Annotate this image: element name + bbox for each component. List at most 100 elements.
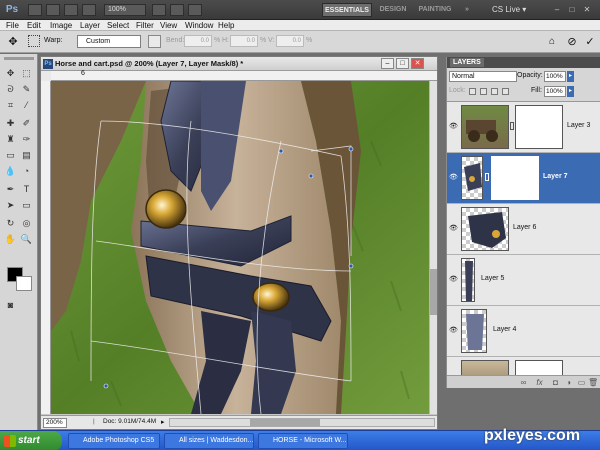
healing-brush-tool-icon[interactable]: ✚ [3,116,18,130]
extras-icon[interactable] [64,4,78,16]
commit-transform-icon[interactable]: ✓ [583,35,597,49]
ruler-origin[interactable] [41,71,51,81]
menu-window[interactable]: Window [185,20,213,31]
menu-edit[interactable]: Edit [27,20,41,31]
zoom-level-select[interactable]: 100% [104,4,146,16]
clone-stamp-tool-icon[interactable]: ♜ [3,132,18,146]
blur-tool-icon[interactable]: 💧 [3,164,18,178]
trash-icon[interactable]: 🗑 [588,378,598,387]
opacity-slider-icon[interactable]: ▸ [567,71,574,82]
quick-select-tool-icon[interactable]: ✎ [19,82,34,96]
screen-mode-icon[interactable] [188,4,202,16]
adjustment-layer-icon[interactable]: ◑ [564,378,573,387]
pen-tool-icon[interactable]: ✒ [3,182,18,196]
menu-select[interactable]: Select [107,20,129,31]
visibility-eye-icon[interactable]: 👁 [449,122,458,131]
warp-style-select[interactable]: Custom [77,35,141,48]
mask-link-icon[interactable] [510,122,514,130]
path-select-tool-icon[interactable]: ➤ [3,198,18,212]
eraser-tool-icon[interactable]: ▭ [3,148,18,162]
marquee-tool-icon[interactable]: ⬚ [19,66,34,80]
close-button[interactable]: ✕ [580,3,594,16]
document-title-bar[interactable]: Ps Horse and cart.psd @ 200% (Layer 7, L… [41,57,437,71]
move-tool-icon[interactable]: ✥ [3,66,18,80]
gradient-tool-icon[interactable]: ▤ [19,148,34,162]
visibility-eye-icon[interactable]: 👁 [449,224,458,233]
reference-point-icon[interactable] [28,35,40,47]
vertical-scrollbar[interactable] [429,81,437,414]
warp-orientation-icon[interactable] [148,35,161,48]
zoom-tool-icon[interactable]: 🔍 [19,232,34,246]
status-menu-icon[interactable]: ▸ [161,418,165,426]
fill-field[interactable]: 100% [544,86,566,97]
panel-grip[interactable] [4,57,34,60]
opacity-field[interactable]: 100% [544,71,566,82]
doc-close-button[interactable]: ✕ [411,58,424,69]
lasso-tool-icon[interactable]: ᘐ [3,82,18,96]
visibility-eye-icon[interactable]: 👁 [449,326,458,335]
eyedropper-tool-icon[interactable]: ⁄ [19,98,34,112]
type-tool-icon[interactable]: T [19,182,34,196]
layer-row[interactable]: 👁 Layer 4 [447,306,600,357]
layer-row[interactable]: 👁 Layer 5 [447,255,600,306]
menu-filter[interactable]: Filter [136,20,154,31]
mini-bridge-icon[interactable] [46,4,60,16]
image-canvas[interactable] [51,81,429,414]
menu-image[interactable]: Image [50,20,72,31]
layer-row[interactable]: 👁 [447,357,600,376]
arrange-icon[interactable] [82,4,96,16]
menu-view[interactable]: View [160,20,177,31]
visibility-eye-icon[interactable]: 👁 [449,173,458,182]
bridge-icon[interactable] [28,4,42,16]
horizontal-scrollbar[interactable] [169,418,435,427]
shape-tool-icon[interactable]: ▭ [19,198,34,212]
fill-slider-icon[interactable]: ▸ [567,86,574,97]
horizontal-ruler[interactable]: 6 [51,70,437,81]
workspace-design[interactable]: DESIGN [376,3,410,17]
dodge-tool-icon[interactable]: ◔ [19,164,34,178]
hand-tool-icon[interactable]: ✋ [3,232,18,246]
layer-row[interactable]: 👁 Layer 3 [447,102,600,153]
3d-orbit-tool-icon[interactable]: ◎ [19,216,34,230]
add-mask-icon[interactable]: ◘ [551,378,560,387]
zoom-field[interactable]: 200% [43,418,67,428]
quick-mask-icon[interactable]: ◙ [3,298,18,312]
crop-tool-icon[interactable]: ⌗ [3,98,18,112]
menu-layer[interactable]: Layer [80,20,100,31]
warp-mode-icon[interactable]: ⌂ [545,35,559,49]
workspace-painting[interactable]: PAINTING [414,3,456,17]
bend-field[interactable]: 0.0 [184,35,212,47]
background-color-swatch[interactable] [16,276,32,291]
lock-transparent-icon[interactable] [469,88,476,95]
tab-layers[interactable]: LAYERS [450,58,484,67]
blend-mode-select[interactable]: Normal [449,71,517,82]
doc-minimize-button[interactable]: – [381,58,394,69]
workspace-essentials[interactable]: ESSENTIALS [322,3,372,17]
cs-live-button[interactable]: CS Live ▾ [492,3,526,17]
history-brush-tool-icon[interactable]: ✑ [19,132,34,146]
vertical-scroll-thumb[interactable] [430,269,437,315]
taskbar-browser[interactable]: All sizes | Waddesdon... [164,433,254,449]
taskbar-photoshop[interactable]: Adobe Photoshop CS5 [68,433,160,449]
lock-position-icon[interactable] [491,88,498,95]
lock-image-icon[interactable] [480,88,487,95]
doc-maximize-button[interactable]: □ [396,58,409,69]
workspace-more[interactable]: » [460,3,474,17]
menu-help[interactable]: Help [218,20,234,31]
hand-icon[interactable] [152,4,166,16]
vertical-ruler[interactable] [41,81,51,414]
cancel-transform-icon[interactable]: ⊘ [565,35,579,49]
horizontal-scroll-thumb[interactable] [250,419,320,426]
fx-icon[interactable]: fx [535,378,544,387]
visibility-eye-icon[interactable]: 👁 [449,275,458,284]
lock-all-icon[interactable] [502,88,509,95]
layer-row-selected[interactable]: 👁 Layer 7 [447,153,600,204]
brush-tool-icon[interactable]: ✐ [19,116,34,130]
taskbar-word[interactable]: HORSE - Microsoft W... [258,433,348,449]
v-field[interactable]: 0.0 [276,35,304,47]
h-field[interactable]: 0.0 [230,35,258,47]
layer-row[interactable]: 👁 Layer 6 [447,204,600,255]
mask-link-icon[interactable] [485,173,489,181]
3d-rotate-tool-icon[interactable]: ↻ [3,216,18,230]
link-layers-icon[interactable]: ∞ [519,378,528,387]
